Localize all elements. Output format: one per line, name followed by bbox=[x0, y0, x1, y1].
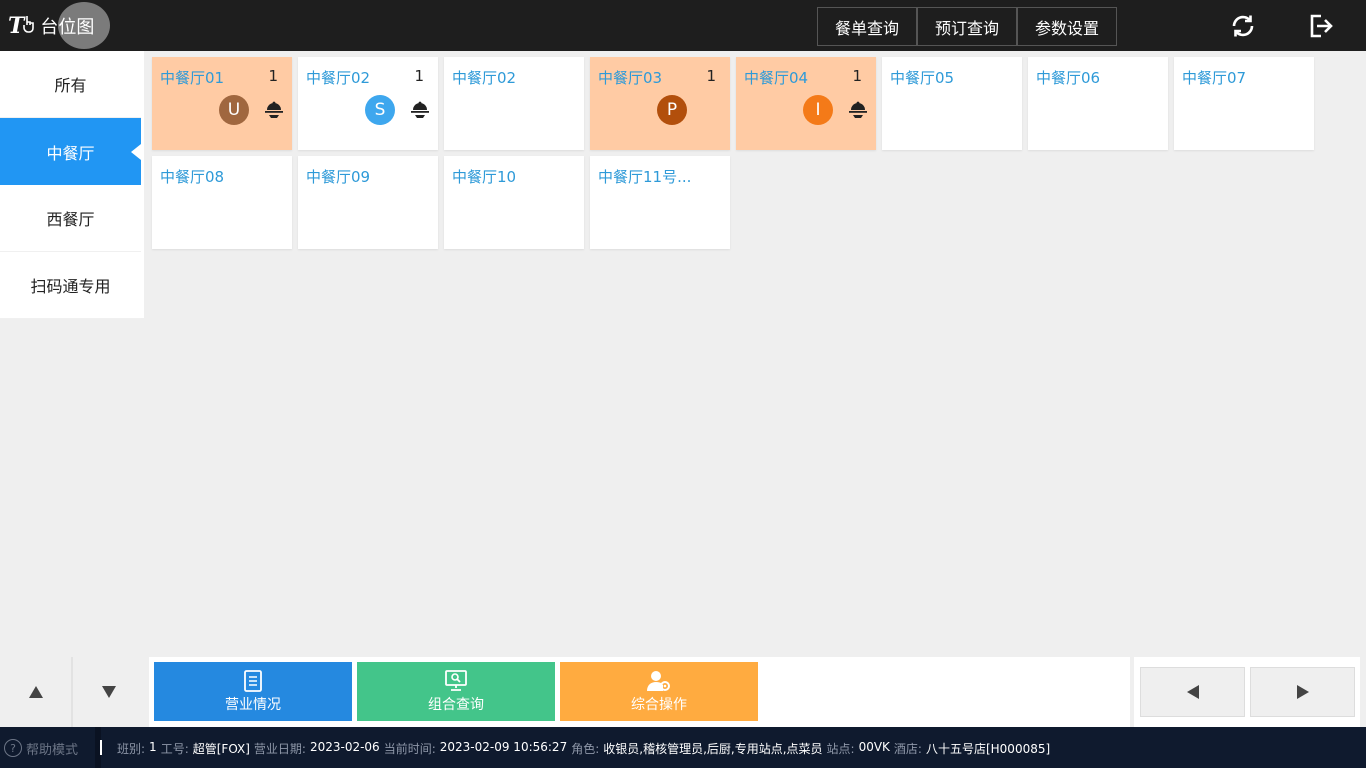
role-value: 收银员,稽核管理员,后厨,专用站点,点菜员 bbox=[603, 742, 823, 756]
table-card[interactable]: 中餐厅08 bbox=[152, 156, 292, 249]
app-logo[interactable]: T 台位图 bbox=[8, 12, 94, 40]
sidebar-item-label: 西餐厅 bbox=[46, 210, 95, 229]
business-status-button[interactable]: 营业情况 bbox=[154, 662, 352, 721]
area-sidebar: 所有 中餐厅 西餐厅 扫码通专用 bbox=[0, 51, 144, 319]
table-card[interactable]: 中餐厅06 bbox=[1028, 57, 1168, 150]
table-name: 中餐厅09 bbox=[306, 168, 371, 186]
table-card[interactable]: 中餐厅09 bbox=[298, 156, 438, 249]
business-date-label: 营业日期: bbox=[253, 742, 306, 756]
staff-value: 超管[FOX] bbox=[192, 742, 250, 756]
guest-count: 1 bbox=[414, 67, 424, 85]
help-label: 帮助模式 bbox=[26, 742, 79, 758]
scroll-down-button[interactable] bbox=[73, 657, 144, 727]
table-name: 中餐厅02 bbox=[306, 69, 371, 87]
page-title: 台位图 bbox=[40, 17, 95, 38]
menu-query-button[interactable]: 餐单查询 bbox=[817, 7, 917, 46]
refresh-icon[interactable] bbox=[1226, 10, 1260, 42]
status-avatar: I bbox=[803, 95, 833, 125]
table-card[interactable]: 中餐厅07 bbox=[1174, 57, 1314, 150]
sidebar-item-label: 扫码通专用 bbox=[30, 277, 111, 296]
sidebar-item-label: 中餐厅 bbox=[46, 143, 95, 163]
hotel-label: 酒店: bbox=[893, 742, 922, 756]
station-value: 00VK bbox=[858, 740, 890, 754]
bottom-toolbar: 营业情况 组合查询 综合操作 bbox=[0, 657, 1366, 727]
role-label: 角色: bbox=[571, 742, 600, 756]
next-page-button[interactable] bbox=[1250, 667, 1355, 717]
shift-value: 1 bbox=[149, 740, 157, 754]
sidebar-item-all[interactable]: 所有 bbox=[0, 51, 141, 118]
serving-dish-icon bbox=[264, 100, 284, 120]
cursor-marker bbox=[100, 740, 102, 755]
table-name: 中餐厅01 bbox=[160, 69, 225, 87]
current-time-label: 当前时间: bbox=[383, 742, 436, 756]
serving-dish-icon bbox=[410, 100, 430, 120]
table-card[interactable]: 中餐厅03 1 P bbox=[590, 57, 730, 150]
table-name: 中餐厅08 bbox=[160, 168, 225, 186]
monitor-search-icon bbox=[445, 669, 467, 691]
hotel-value: 八十五号店[H000085] bbox=[925, 742, 1051, 756]
serving-dish-icon bbox=[848, 100, 868, 120]
scroll-up-button[interactable] bbox=[0, 657, 71, 727]
action-label: 组合查询 bbox=[428, 696, 484, 713]
prev-page-button[interactable] bbox=[1140, 667, 1245, 717]
sidebar-item-chinese-restaurant[interactable]: 中餐厅 bbox=[0, 118, 141, 185]
scroll-controls bbox=[0, 657, 144, 727]
user-settings-icon bbox=[647, 670, 670, 691]
guest-count: 1 bbox=[852, 67, 862, 85]
table-name: 中餐厅02 bbox=[452, 69, 517, 87]
triangle-right-icon bbox=[1296, 685, 1309, 699]
session-info: 班别: 1 工号: 超管[FOX] 营业日期: 2023-02-06 当前时间:… bbox=[117, 740, 1054, 757]
help-mode-toggle[interactable]: ? 帮助模式 bbox=[4, 737, 78, 759]
status-bar: ? 帮助模式 班别: 1 工号: 超管[FOX] 营业日期: 2023-02-0… bbox=[0, 727, 1366, 768]
action-label: 综合操作 bbox=[631, 696, 687, 713]
status-avatar: P bbox=[657, 95, 687, 125]
general-operation-button[interactable]: 综合操作 bbox=[560, 662, 758, 721]
table-card[interactable]: 中餐厅01 1 U bbox=[152, 57, 292, 150]
table-card[interactable]: 中餐厅10 bbox=[444, 156, 584, 249]
action-label: 营业情况 bbox=[225, 696, 281, 713]
business-date-value: 2023-02-06 bbox=[309, 740, 380, 754]
page-controls bbox=[1134, 657, 1360, 727]
report-icon bbox=[244, 669, 262, 692]
action-panel: 营业情况 组合查询 综合操作 bbox=[149, 657, 1130, 727]
table-card[interactable]: 中餐厅11号... bbox=[590, 156, 730, 249]
reservation-query-button[interactable]: 预订查询 bbox=[917, 7, 1017, 46]
staff-label: 工号: bbox=[160, 742, 189, 756]
combined-query-button[interactable]: 组合查询 bbox=[357, 662, 555, 721]
current-time-value: 2023-02-09 10:56:27 bbox=[439, 740, 568, 754]
table-card[interactable]: 中餐厅04 1 I bbox=[736, 57, 876, 150]
logout-icon[interactable] bbox=[1304, 10, 1338, 42]
hand-pointer-icon bbox=[22, 15, 36, 37]
table-name: 中餐厅04 bbox=[744, 69, 809, 87]
guest-count: 1 bbox=[706, 67, 716, 85]
guest-count: 1 bbox=[268, 67, 278, 85]
status-avatar: S bbox=[365, 95, 395, 125]
sidebar-item-scan-code[interactable]: 扫码通专用 bbox=[0, 252, 141, 319]
settings-button[interactable]: 参数设置 bbox=[1017, 7, 1117, 46]
table-name: 中餐厅07 bbox=[1182, 69, 1247, 87]
table-card[interactable]: 中餐厅02 bbox=[444, 57, 584, 150]
table-card[interactable]: 中餐厅02 1 S bbox=[298, 57, 438, 150]
table-name: 中餐厅03 bbox=[598, 69, 663, 87]
table-name: 中餐厅10 bbox=[452, 168, 517, 186]
top-header: T 台位图 餐单查询 预订查询 参数设置 bbox=[0, 0, 1366, 51]
table-name: 中餐厅06 bbox=[1036, 69, 1101, 87]
triangle-left-icon bbox=[1186, 685, 1199, 699]
table-name: 中餐厅05 bbox=[890, 69, 955, 87]
triangle-down-icon bbox=[101, 686, 116, 698]
triangle-up-icon bbox=[28, 686, 43, 698]
station-label: 站点: bbox=[826, 742, 855, 756]
question-icon: ? bbox=[4, 739, 22, 757]
active-indicator bbox=[131, 144, 141, 160]
sidebar-item-western-restaurant[interactable]: 西餐厅 bbox=[0, 185, 141, 252]
sidebar-item-label: 所有 bbox=[54, 76, 87, 95]
status-avatar: U bbox=[219, 95, 249, 125]
shift-label: 班别: bbox=[117, 742, 146, 756]
table-card[interactable]: 中餐厅05 bbox=[882, 57, 1022, 150]
table-name: 中餐厅11号... bbox=[598, 168, 692, 186]
